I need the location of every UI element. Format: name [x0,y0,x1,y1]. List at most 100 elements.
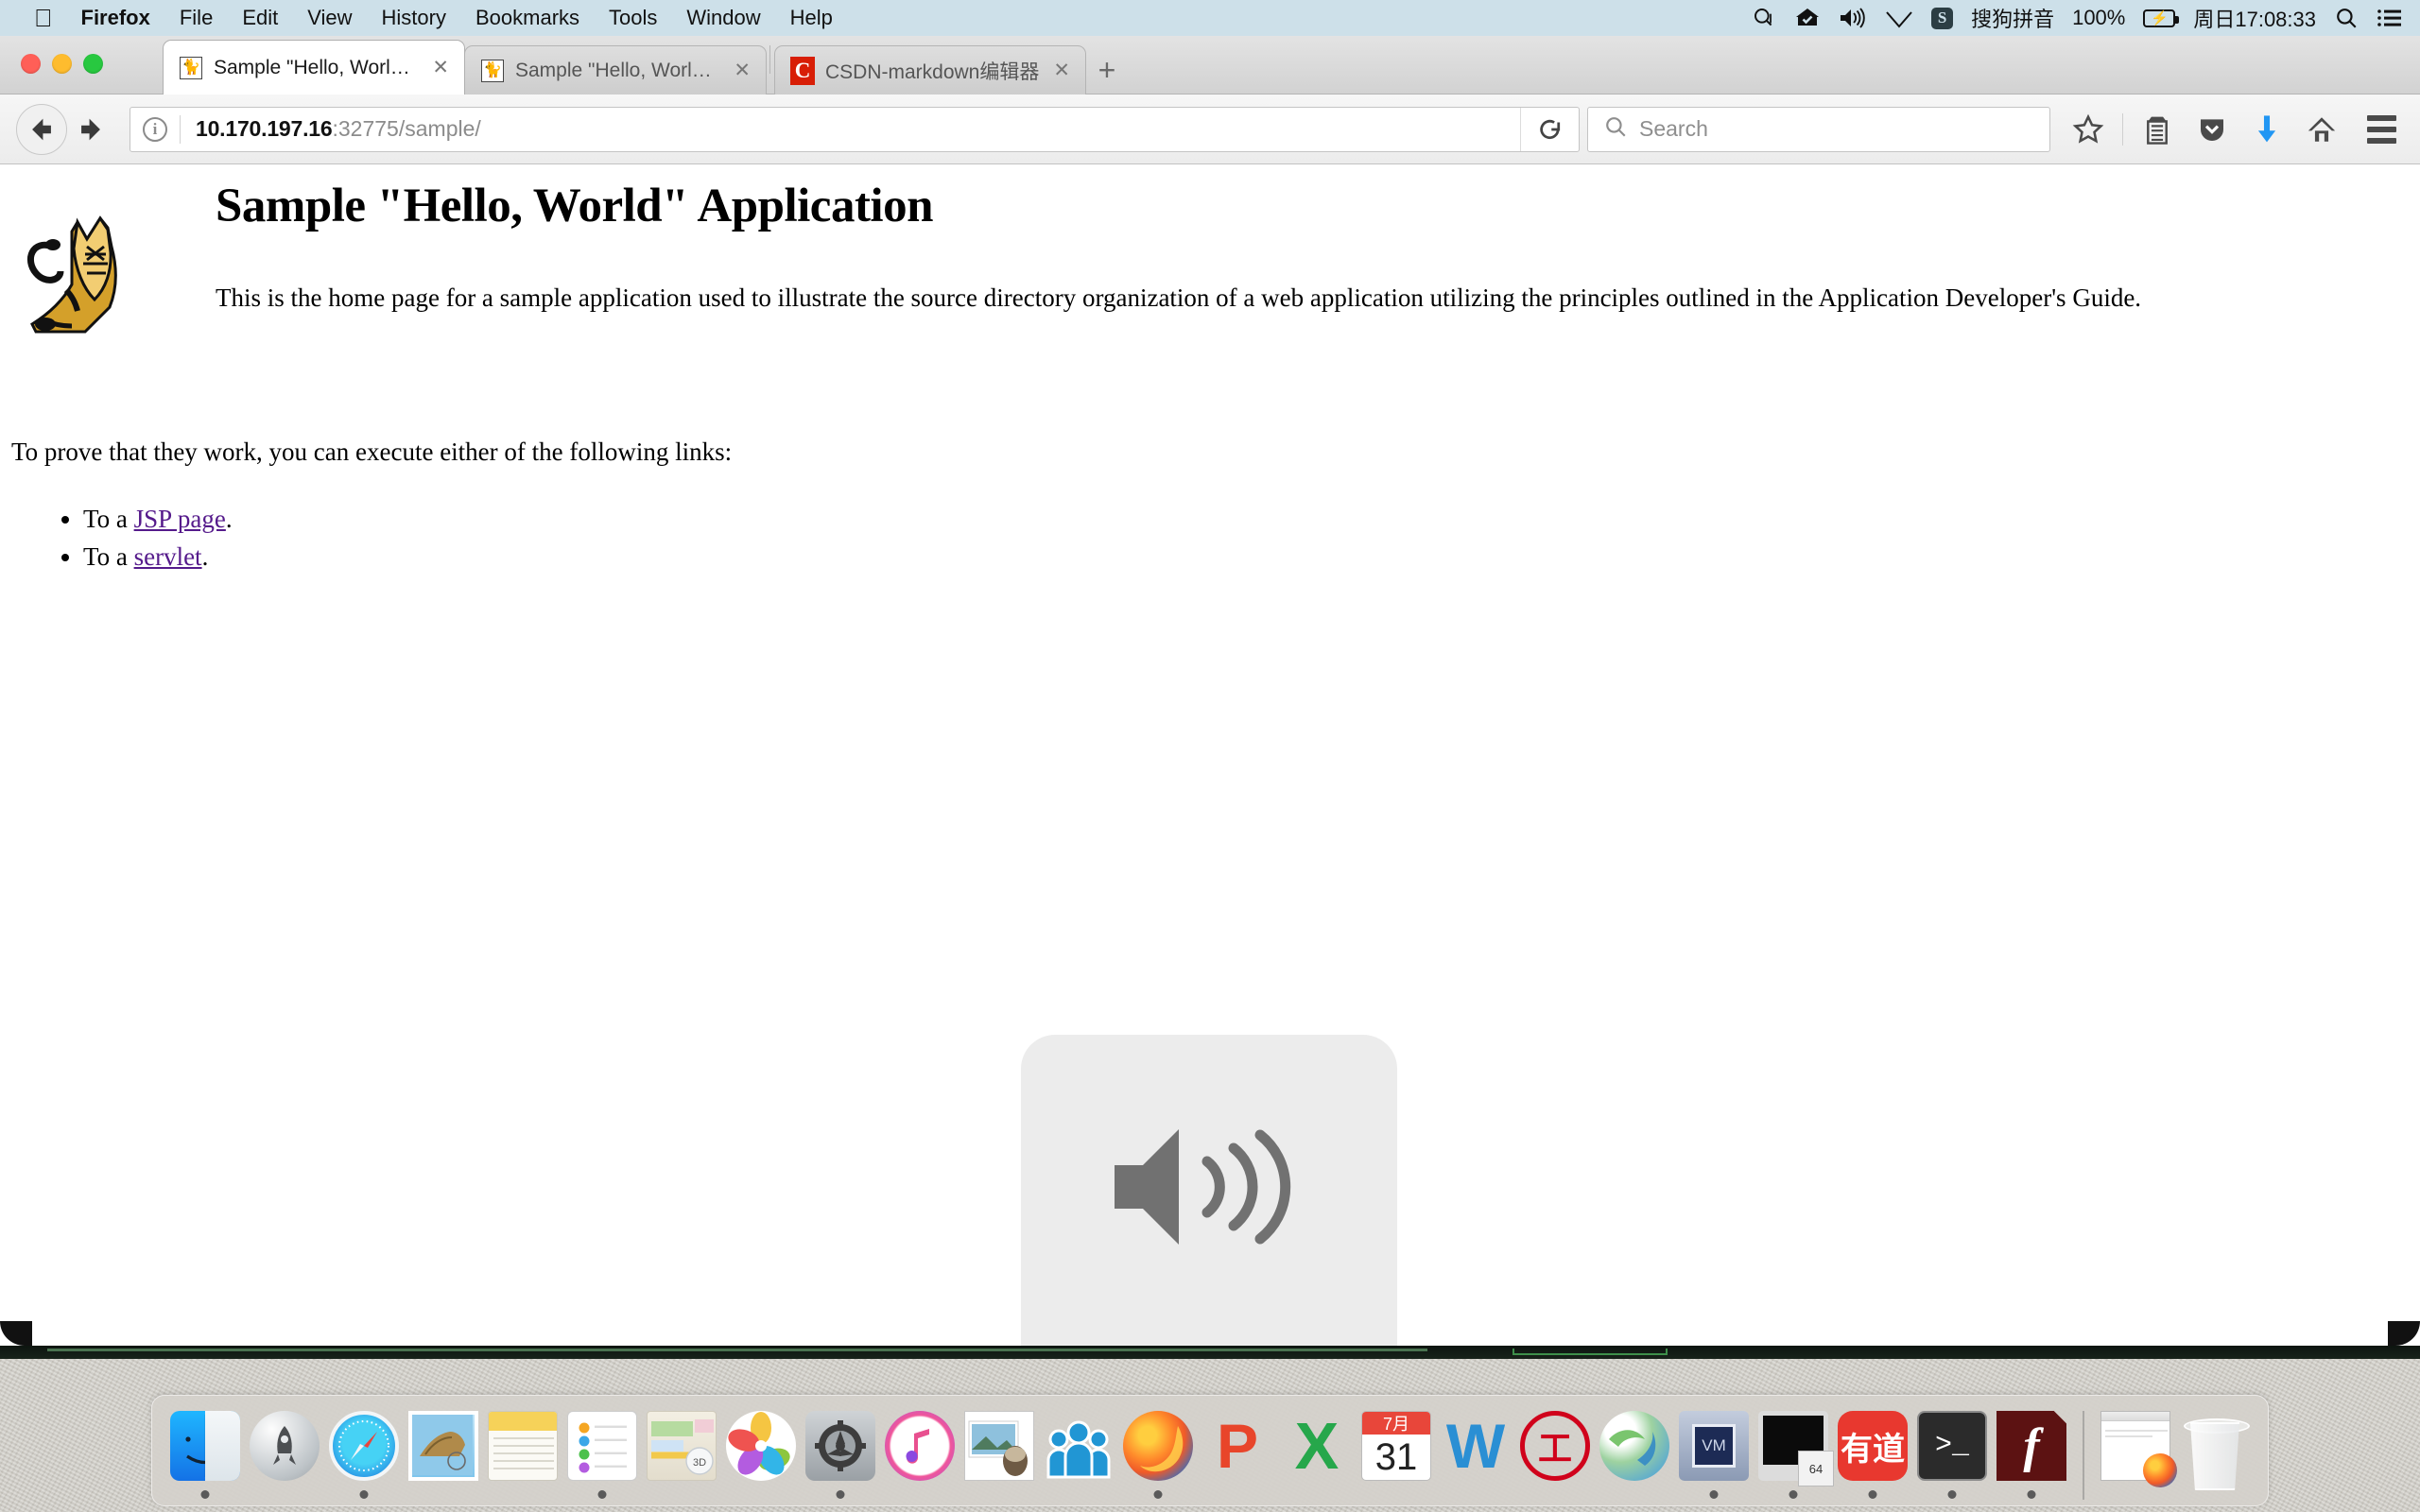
bookmark-star-icon[interactable] [2064,105,2113,154]
menu-item-tools[interactable]: Tools [609,6,657,30]
running-indicator [1153,1490,1163,1499]
bezel-bottom-edge [0,1346,2420,1359]
links-list: To a JSP page. To a servlet. [83,501,233,576]
calendar-icon: 7月 31 [1361,1411,1431,1481]
menu-item-help[interactable]: Help [790,6,833,30]
menu-item-firefox[interactable]: Firefox [81,6,150,30]
hamburger-menu-icon[interactable] [2356,104,2407,155]
tab-sample-hello-world-1[interactable]: 🐈 Sample "Hello, World" Appl... ✕ [163,40,465,94]
menu-item-history[interactable]: History [382,6,446,30]
library-icon[interactable] [2133,105,2182,154]
contacts-icon [1044,1411,1114,1481]
dock-item-reminders[interactable] [562,1401,642,1505]
dock-item-sphere-app[interactable] [1595,1401,1674,1505]
battery-percent[interactable]: 100% [2072,6,2125,30]
dock-item-mail[interactable] [404,1401,483,1505]
dock-item-minimized-firefox-window[interactable] [2096,1401,2177,1505]
reload-button[interactable] [1520,107,1579,151]
sogou-ime-badge[interactable]: S [1931,7,1954,29]
ime-label[interactable]: 搜狗拼音 [1971,3,2054,33]
menu-bar-status-area: S 搜狗拼音 100% ⚡ 周日17:08:33 [1752,0,2403,36]
battery-charging-icon[interactable]: ⚡ [2143,9,2180,27]
running-indicator [359,1490,369,1499]
dock-item-maps[interactable]: 3D [642,1401,721,1505]
dock-item-safari[interactable] [324,1401,404,1505]
dock-item-word[interactable]: W [1436,1401,1515,1505]
url-path: :32775/sample/ [332,116,481,141]
tab-csdn-markdown-editor[interactable]: C CSDN-markdown编辑器 ✕ [774,45,1086,94]
back-button[interactable] [16,103,67,155]
dock-item-trash[interactable] [2175,1401,2255,1505]
firefox-window: 🐈 Sample "Hello, World" Appl... ✕ 🐈 Samp… [0,36,2420,1346]
calendar-month: 7月 [1362,1412,1430,1435]
menu-item-bookmarks[interactable]: Bookmarks [475,6,579,30]
navigation-toolbar: i 10.170.197.16:32775/sample/ Search [0,94,2420,164]
clock[interactable]: 周日17:08:33 [2193,3,2316,33]
dock-item-notes[interactable] [483,1401,562,1505]
url-text: 10.170.197.16:32775/sample/ [181,116,481,142]
dock-item-flash-player[interactable]: f [1992,1401,2071,1505]
dock-item-finder[interactable] [165,1401,245,1505]
toolbar-icons [2064,105,2356,154]
tab-close-icon[interactable]: ✕ [730,59,754,82]
menu-item-window[interactable]: Window [686,6,760,30]
firefox-icon [1123,1411,1193,1481]
dock-item-terminal[interactable]: >_ [1912,1401,1992,1505]
tab-close-icon[interactable]: ✕ [428,56,453,79]
volume-icon[interactable] [1839,7,1867,29]
link-prefix: To a [83,541,134,571]
menu-item-edit[interactable]: Edit [242,6,278,30]
jsp-page-link[interactable]: JSP page [134,505,226,533]
running-indicator [1947,1490,1957,1499]
tomcat-favicon: 🐈 [179,56,203,80]
dock-item-launchpad[interactable] [245,1401,324,1505]
dock-item-excel[interactable]: X [1277,1401,1357,1505]
notification-center-icon[interactable] [2377,8,2403,28]
search-bar[interactable]: Search [1587,106,2050,152]
dock-item-contacts[interactable] [1039,1401,1118,1505]
url-bar[interactable]: i 10.170.197.16:32775/sample/ [130,106,1580,152]
close-window-button[interactable] [21,54,41,74]
dock-item-pdf-reader[interactable]: P [1198,1401,1277,1505]
tab-close-icon[interactable]: ✕ [1049,59,1074,82]
running-indicator [1709,1490,1719,1499]
mac-menu-bar:  Firefox File Edit View History Bookmar… [0,0,2420,36]
dock-item-firefox[interactable] [1118,1401,1198,1505]
dock-item-system-preferences[interactable] [801,1401,880,1505]
minimize-window-button[interactable] [52,54,72,74]
forward-button[interactable] [65,104,116,155]
dock: 3D P X 7月 31 W 工 VM 64 有道 >_ f [151,1395,2269,1506]
page-content: Sample "Hello, World" Application This i… [0,165,2420,1346]
search-magnifier-icon[interactable] [1752,6,1776,30]
excel-x-icon: X [1294,1409,1340,1483]
mail-icon [408,1411,478,1481]
tab-divider [769,45,770,74]
dock-item-itunes[interactable] [880,1401,959,1505]
apple-menu-icon[interactable]:  [34,6,53,30]
servlet-link[interactable]: servlet [134,542,202,571]
dropbox-check-icon[interactable] [1794,7,1821,29]
dock-item-icbc-bank[interactable]: 工 [1515,1401,1595,1505]
dock-item-virtualbox[interactable]: VM [1674,1401,1754,1505]
maximize-window-button[interactable] [83,54,103,74]
dock-item-calendar[interactable]: 7月 31 [1357,1401,1436,1505]
home-icon[interactable] [2297,105,2346,154]
svg-text:3D: 3D [693,1457,706,1469]
wifi-icon[interactable] [1885,8,1913,28]
new-tab-button[interactable]: + [1085,45,1129,94]
menu-item-file[interactable]: File [180,6,213,30]
page-title: Sample "Hello, World" Application [216,180,933,232]
dock-item-display-app[interactable]: 64 [1754,1401,1834,1505]
spotlight-search-icon[interactable] [2334,6,2359,30]
virtualbox-glyph: VM [1692,1424,1736,1468]
pocket-icon[interactable] [2187,105,2237,154]
dock-item-photos[interactable] [721,1401,801,1505]
preview-icon [964,1411,1034,1481]
dock-divider [2083,1411,2084,1500]
dock-item-youdao-dict[interactable]: 有道 [1833,1401,1912,1505]
site-identity-icon[interactable]: i [130,108,180,151]
dock-item-preview[interactable] [959,1401,1039,1505]
tab-sample-hello-world-2[interactable]: 🐈 Sample "Hello, World" Appl... ✕ [464,45,767,94]
menu-item-view[interactable]: View [307,6,352,30]
downloads-icon[interactable] [2242,105,2291,154]
